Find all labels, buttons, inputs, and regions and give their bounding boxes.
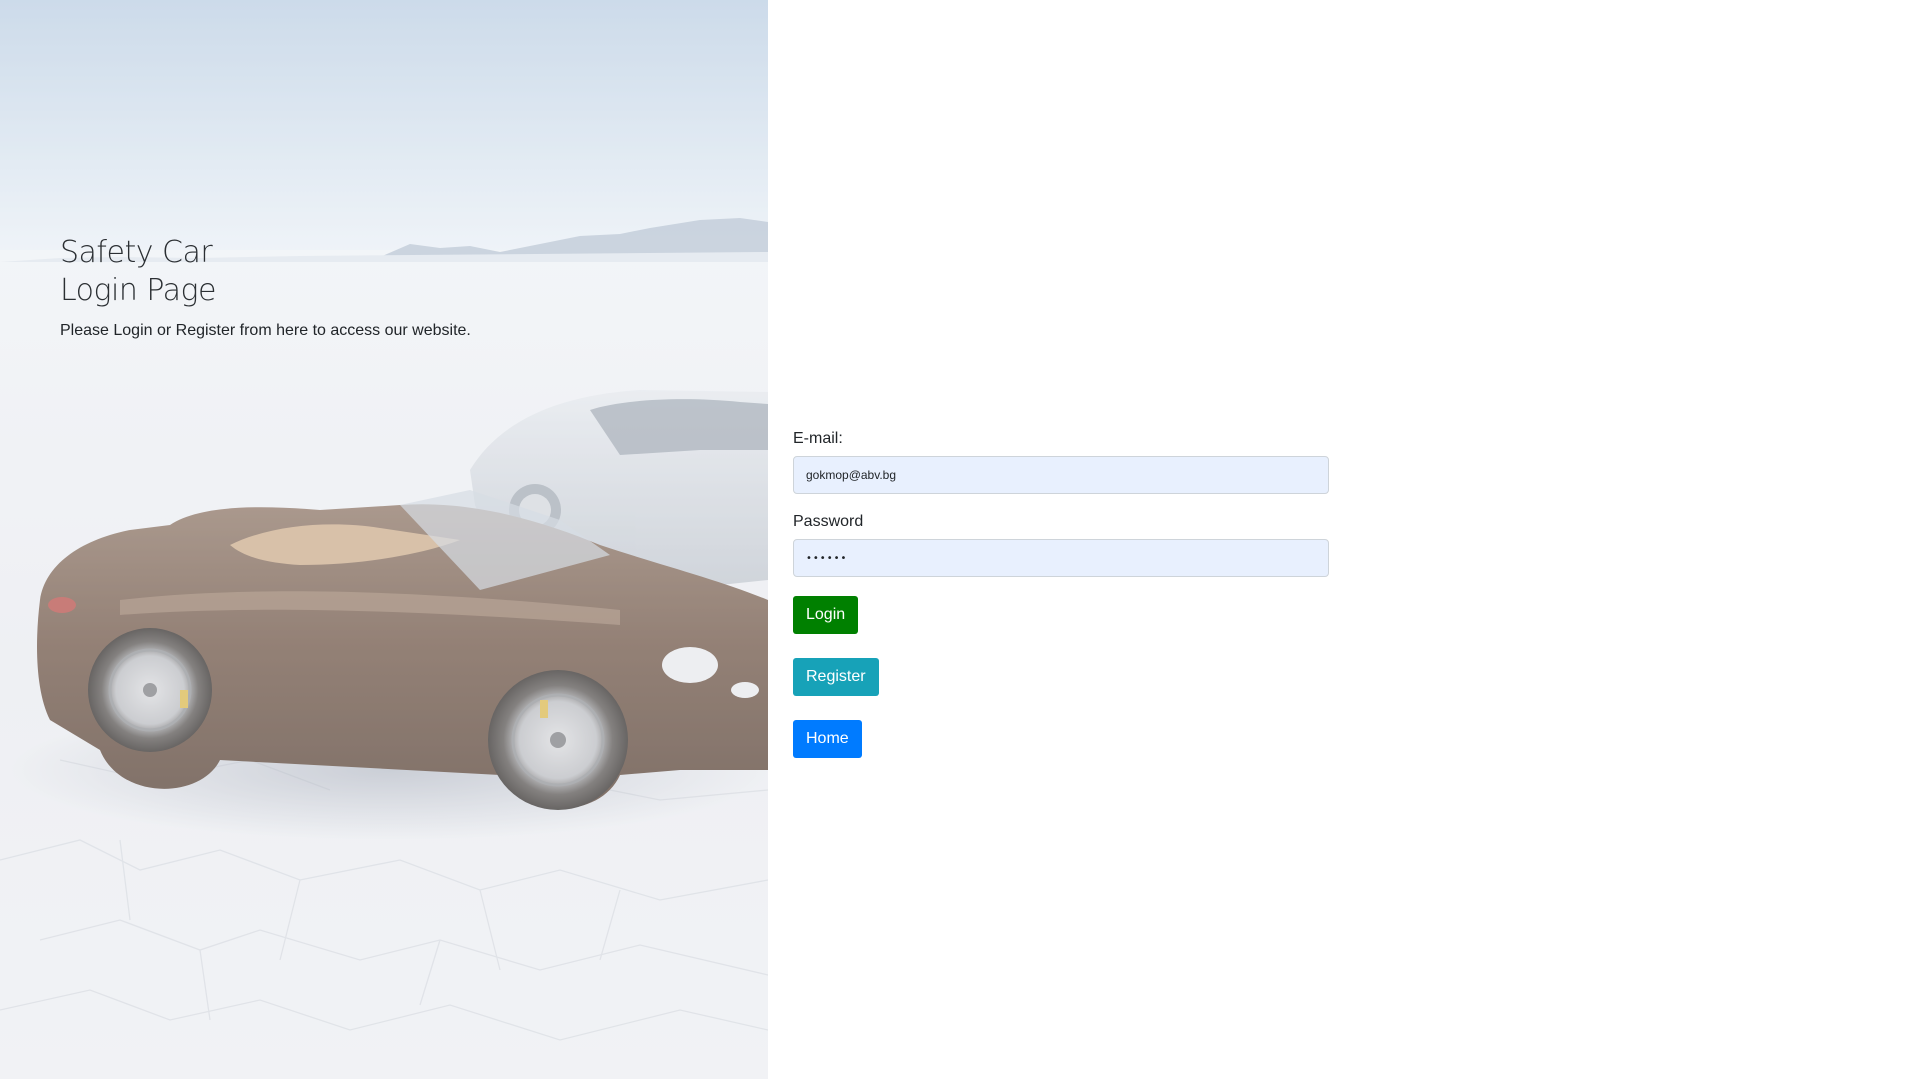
email-label: E-mail: [793,430,843,447]
hero-text-block: Safety Car Login Page Please Login or Re… [60,234,660,340]
email-field[interactable] [793,456,1329,494]
title-line-2: Login Page [60,273,217,308]
hero-panel: Safety Car Login Page Please Login or Re… [0,0,768,1079]
login-button[interactable]: Login [793,596,859,634]
register-button[interactable]: Register [793,658,879,696]
page-title: Safety Car Login Page [60,234,660,310]
password-label: Password [793,513,864,530]
home-button[interactable]: Home [793,720,862,758]
login-page: Safety Car Login Page Please Login or Re… [0,0,1919,1079]
password-field[interactable] [793,539,1329,577]
hero-subtitle: Please Login or Register from here to ac… [60,322,471,339]
title-line-1: Safety Car [60,235,213,270]
login-form: E-mail: Password Login Register Home [793,430,1329,758]
hero-background-image [0,0,768,1079]
